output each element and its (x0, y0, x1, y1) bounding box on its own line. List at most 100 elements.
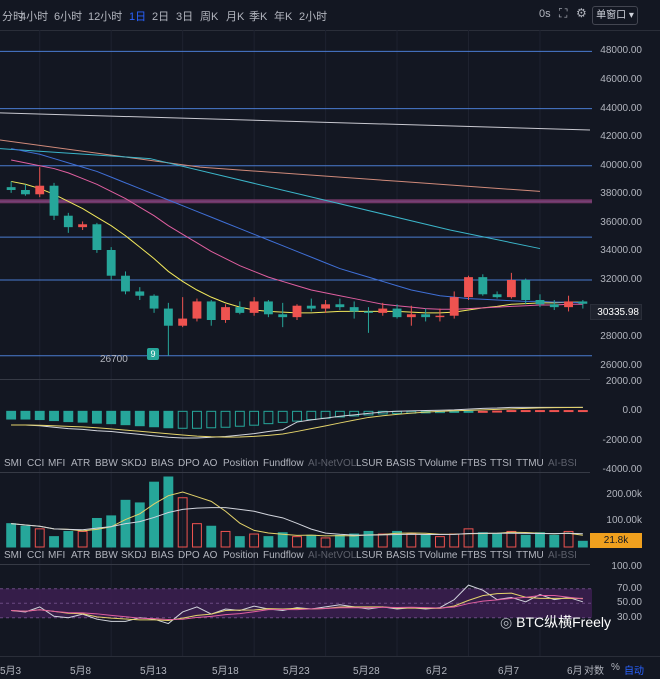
pane-separator[interactable] (0, 472, 590, 473)
timeframe-tab[interactable]: 2日 (152, 8, 169, 24)
percent-scale-toggle[interactable]: % (611, 662, 620, 673)
macd-bar (563, 410, 574, 413)
indicator-tab[interactable]: SKDJ (121, 550, 147, 561)
indicator-tab[interactable]: TTSI (490, 550, 512, 561)
single-window-button[interactable]: 单窗口 ▾ (592, 6, 638, 25)
indicator-tab[interactable]: Position (223, 458, 259, 469)
pane-separator[interactable] (0, 564, 590, 565)
indicator-tab[interactable]: DPO (178, 458, 200, 469)
indicator-tab[interactable]: AO (203, 458, 217, 469)
indicator-tab[interactable]: DPO (178, 550, 200, 561)
auto-scale-toggle[interactable]: 自动 (624, 662, 644, 677)
volume-bar (77, 530, 88, 548)
volume-bar (106, 515, 117, 548)
indicator-tab[interactable]: BBW (95, 550, 118, 561)
current-price-tag: 30335.98 (590, 304, 642, 320)
volume-bar (220, 530, 231, 548)
timeframe-tab[interactable]: 12小时 (88, 8, 122, 24)
candle-body (349, 307, 359, 312)
indicator-tab[interactable]: Fundflow (263, 458, 304, 469)
timeframe-tab[interactable]: 月K (226, 8, 244, 24)
indicator-tab[interactable]: BBW (95, 458, 118, 469)
candle-body (292, 305, 302, 318)
indicator-tab[interactable]: SMI (4, 458, 22, 469)
candle-body (435, 315, 445, 318)
timeframe-tab[interactable]: 周K (200, 8, 218, 24)
indicator-tab[interactable]: SKDJ (121, 458, 147, 469)
indicator-tab[interactable]: AI-BSI (548, 458, 577, 469)
indicator-tab[interactable]: BIAS (151, 550, 174, 561)
macd-bar (520, 410, 531, 413)
indicator-tab[interactable]: MFI (48, 458, 65, 469)
price-tick-label: 46000.00 (600, 74, 642, 85)
indicator-tab[interactable]: ATR (71, 550, 90, 561)
settings-icon[interactable]: ⚙ (576, 6, 587, 20)
macd-tick-label: 2000.00 (605, 376, 642, 387)
indicator-tab[interactable]: TTMU (516, 458, 544, 469)
indicator-tab[interactable]: AI-BSI (548, 550, 577, 561)
candle-body (221, 307, 230, 320)
indicator-tab[interactable]: TTMU (516, 550, 544, 561)
indicator-tab[interactable]: TVolume (418, 550, 457, 561)
volume-bar (535, 532, 545, 548)
indicator-tab[interactable]: CCI (27, 550, 44, 561)
indicator-tab[interactable]: Position (223, 550, 259, 561)
macd-bar (206, 410, 217, 429)
volume-bar (363, 530, 374, 548)
candle-body (421, 314, 431, 318)
indicator-tab[interactable]: AI-NetVOL (308, 550, 356, 561)
timeframe-tab[interactable]: 3日 (176, 8, 193, 24)
trend-line (0, 112, 591, 131)
indicator-tab[interactable]: BIAS (151, 458, 174, 469)
price-tick-label: 40000.00 (600, 159, 642, 171)
indicator-tab[interactable]: SMI (4, 550, 22, 561)
pane-separator[interactable] (0, 379, 590, 380)
indicator-tab[interactable]: FTBS (461, 458, 487, 469)
candle (63, 212, 73, 233)
indicator-tab[interactable]: LSUR (356, 550, 383, 561)
candle (192, 298, 202, 322)
timeframe-tab[interactable]: 1日 (129, 8, 146, 24)
indicator-tab[interactable]: ATR (71, 458, 90, 469)
indicator-tab[interactable]: FTBS (461, 550, 487, 561)
indicator-tabs: SMI CCI MFI ATR BBW SKDJ BIAS DPO AO Position Fund… (0, 458, 590, 472)
timeframe-tab[interactable]: 年K (274, 8, 292, 24)
log-scale-toggle[interactable]: 对数 (584, 662, 604, 677)
candle (278, 302, 288, 328)
volume-bar (577, 540, 588, 548)
candle-body (392, 308, 402, 318)
macd-bar (220, 410, 231, 428)
fullscreen-icon[interactable]: ⛶ (559, 6, 567, 21)
timeframe-tab[interactable]: 6小时 (54, 8, 82, 24)
candle-body (49, 185, 59, 216)
indicator-tab[interactable]: TVolume (418, 458, 457, 469)
indicator-tab[interactable]: BASIS (386, 550, 415, 561)
wechat-icon: ◎ (500, 614, 513, 630)
candle-body (306, 305, 316, 309)
indicator-tab[interactable]: Fundflow (263, 550, 304, 561)
timeframe-tab[interactable]: 季K (249, 8, 267, 24)
timeframe-tab[interactable]: 2小时 (299, 8, 327, 24)
volume-bar (306, 534, 317, 548)
indicator-tab[interactable]: LSUR (356, 458, 383, 469)
indicator-tab[interactable]: BASIS (386, 458, 415, 469)
volume-bar (192, 523, 202, 548)
price-tick-label: 28000.00 (600, 331, 642, 343)
candle-body (206, 301, 216, 320)
macd-bar (449, 410, 460, 413)
indicator-tab[interactable]: CCI (27, 458, 44, 469)
volume-bar (406, 533, 417, 548)
indicator-tab[interactable]: AO (203, 550, 217, 561)
candle (464, 275, 473, 300)
indicator-tab[interactable]: MFI (48, 550, 65, 561)
date-tick-label: 5月28 (353, 666, 380, 677)
date-tick-label: 6月7 (498, 666, 520, 677)
candle-body (78, 224, 88, 228)
rsi-tick-label: 50.00 (616, 597, 642, 609)
date-tick-label: 5月3 (0, 666, 22, 677)
indicator-tab[interactable]: TTSI (490, 458, 512, 469)
indicator-tab[interactable]: AI-NetVOL (308, 458, 356, 469)
volume-bar (420, 534, 431, 548)
timeframe-tab[interactable]: 4小时 (20, 8, 48, 24)
candle (321, 300, 331, 313)
